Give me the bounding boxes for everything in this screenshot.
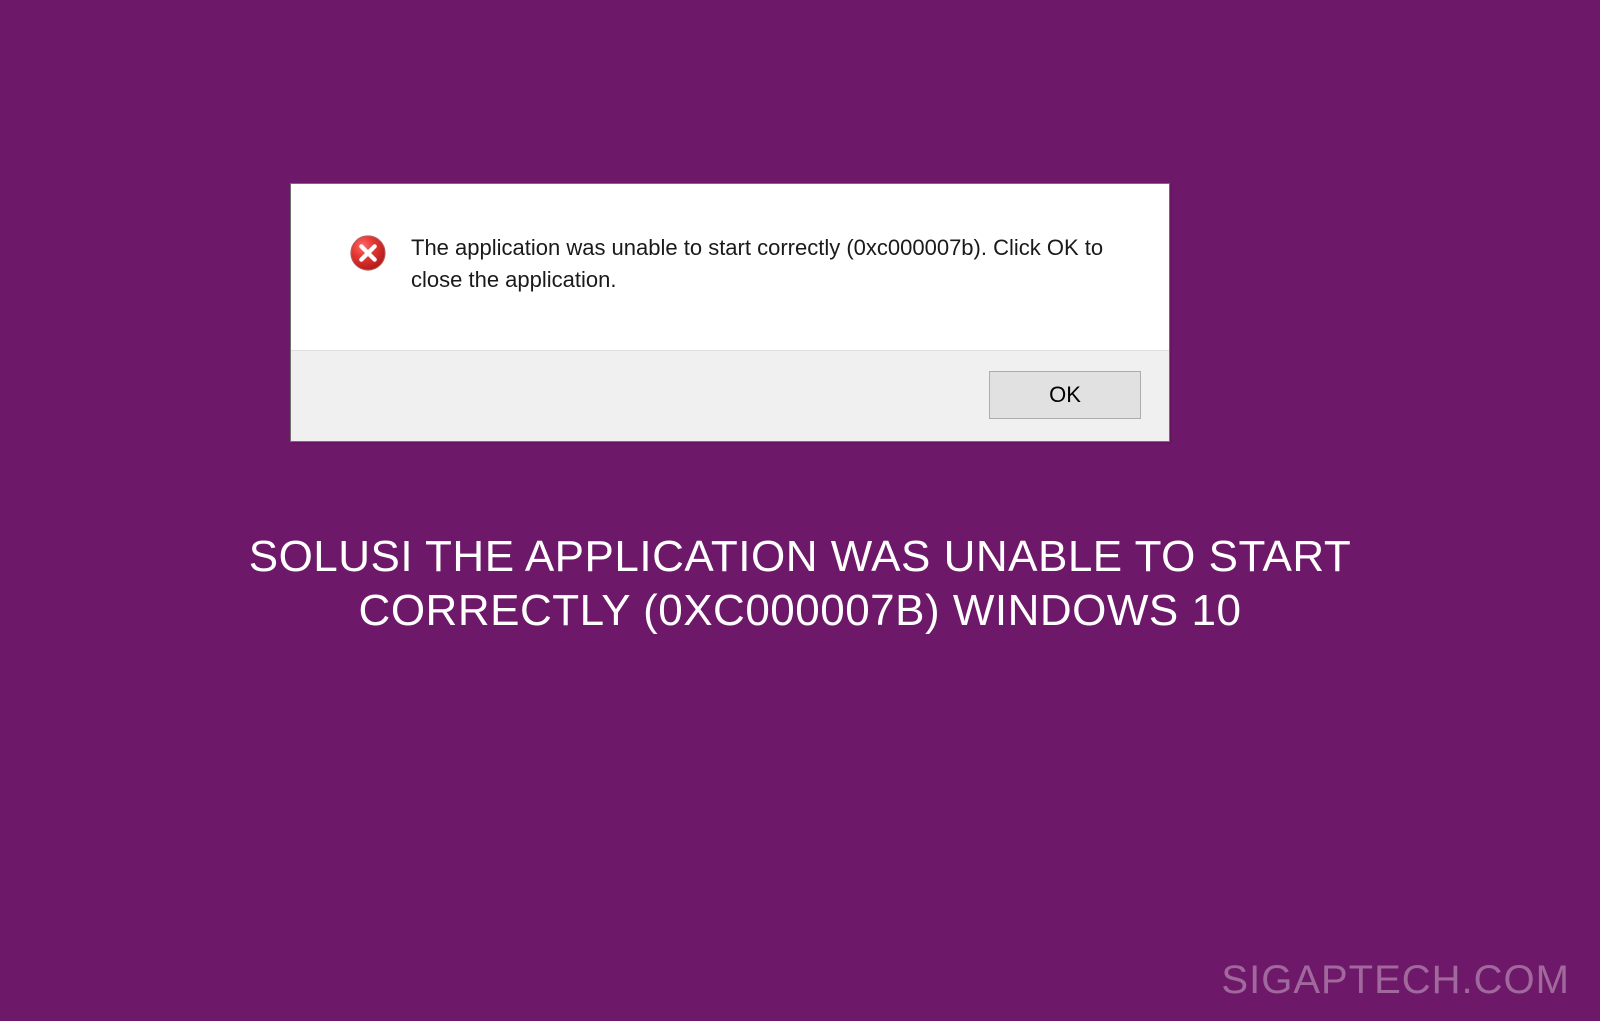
error-dialog: The application was unable to start corr… [290,183,1170,442]
dialog-body: The application was unable to start corr… [291,184,1169,350]
dialog-message: The application was unable to start corr… [411,232,1109,296]
watermark: SIGAPTECH.COM [1221,958,1570,1003]
page-headline: SOLUSI THE APPLICATION WAS UNABLE TO STA… [0,530,1600,637]
error-icon [349,234,387,272]
dialog-footer: OK [291,350,1169,441]
ok-button[interactable]: OK [989,371,1141,419]
